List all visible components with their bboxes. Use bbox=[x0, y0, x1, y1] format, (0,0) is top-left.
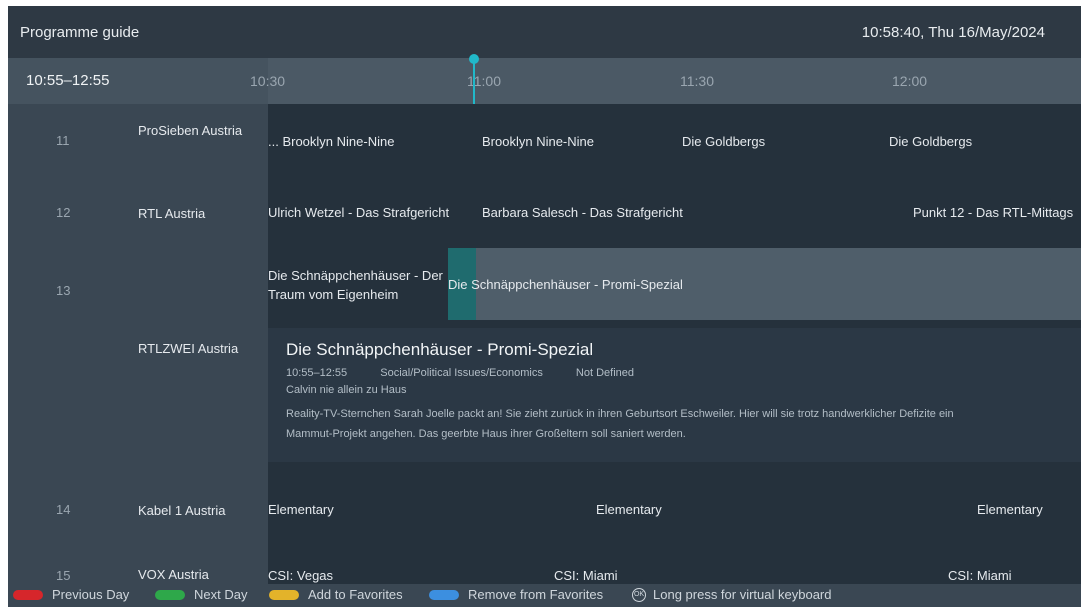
green-key-icon bbox=[155, 589, 185, 600]
channel-number: 13 bbox=[56, 283, 71, 298]
timeline-bar: 10:55–12:55 10:30 11:00 11:30 12:00 bbox=[8, 58, 1081, 104]
detail-rating: Not Defined bbox=[575, 367, 635, 379]
programme-cell[interactable]: CSI: Miami bbox=[554, 566, 618, 584]
channel-name: VOX Austria bbox=[138, 567, 209, 582]
channel-name: RTL Austria bbox=[138, 206, 206, 221]
programme-cell[interactable]: Elementary bbox=[596, 500, 662, 519]
now-indicator-icon bbox=[469, 54, 479, 64]
programme-cell[interactable]: ... Brooklyn Nine-Nine bbox=[268, 132, 394, 151]
previous-day-button[interactable]: Previous Day bbox=[13, 587, 129, 602]
channel-row: 11 ProSieben Austria ... Brooklyn Nine-N… bbox=[8, 104, 1081, 178]
time-tick: 12:00 bbox=[892, 73, 928, 89]
programme-cell[interactable]: Barbara Salesch - Das Strafgericht bbox=[482, 203, 683, 222]
ok-button-icon: OK bbox=[632, 587, 646, 602]
programme-cell[interactable]: Elementary bbox=[268, 500, 334, 519]
red-key-icon bbox=[13, 589, 43, 600]
channel-number: 14 bbox=[56, 502, 71, 517]
programme-cell[interactable]: Die Schnäppchenhäuser - Der Traum vom Ei… bbox=[268, 266, 444, 304]
programme-cell[interactable]: Ulrich Wetzel - Das Strafgericht bbox=[268, 203, 449, 222]
detail-title: Die Schnäppchenhäuser - Promi-Spezial bbox=[286, 340, 594, 359]
previous-day-label: Previous Day bbox=[52, 587, 130, 602]
channel-number: 11 bbox=[56, 133, 70, 148]
channel-name: Kabel 1 Austria bbox=[138, 503, 226, 518]
programme-cell[interactable]: CSI: Vegas bbox=[268, 566, 333, 584]
keyboard-hint: OK Long press for virtual keyboard bbox=[632, 587, 831, 602]
programme-cell[interactable]: Brooklyn Nine-Nine bbox=[482, 132, 594, 151]
programme-cell[interactable]: Die Goldbergs bbox=[889, 132, 972, 151]
channel-number: 15 bbox=[56, 568, 71, 583]
add-favorites-button[interactable]: Add to Favorites bbox=[269, 587, 403, 602]
time-tick: 10:30 bbox=[250, 73, 286, 89]
programme-cell[interactable]: CSI: Miami bbox=[948, 566, 1012, 584]
detail-episode: Calvin nie allein zu Haus bbox=[286, 384, 407, 396]
programme-cell[interactable]: Elementary bbox=[977, 500, 1043, 519]
keyboard-hint-label: Long press for virtual keyboard bbox=[653, 587, 832, 602]
add-favorites-label: Add to Favorites bbox=[308, 587, 403, 602]
detail-description: Reality-TV-Sternchen Sarah Joelle packt … bbox=[286, 408, 954, 440]
remove-favorites-label: Remove from Favorites bbox=[468, 587, 604, 602]
channel-row: 12 RTL Austria Ulrich Wetzel - Das Straf… bbox=[8, 178, 1081, 248]
programme-detail-panel: Die Schnäppchenhäuser - Promi-Spezial 10… bbox=[268, 328, 1081, 462]
clock: 10:58:40, Thu 16/May/2024 bbox=[861, 24, 1045, 41]
programme-cell[interactable]: Punkt 12 - Das RTL-Mittags bbox=[913, 203, 1073, 222]
footer-hints: Previous Day Next Day Add to Favorites R… bbox=[8, 584, 1081, 607]
remove-favorites-button[interactable]: Remove from Favorites bbox=[429, 587, 603, 602]
detail-genre: Social/Political Issues/Economics bbox=[380, 367, 543, 379]
next-day-label: Next Day bbox=[194, 587, 248, 602]
programme-cell-selected[interactable]: Die Schnäppchenhäuser - Promi-Spezial bbox=[448, 275, 683, 294]
next-day-button[interactable]: Next Day bbox=[155, 587, 247, 602]
detail-meta: 10:55–12:55 Social/Political Issues/Econ… bbox=[286, 367, 664, 379]
time-tick: 11:30 bbox=[680, 73, 714, 89]
now-indicator-line bbox=[473, 58, 475, 104]
time-range: 10:55–12:55 bbox=[8, 58, 268, 104]
programme-cell[interactable]: Die Goldbergs bbox=[682, 132, 765, 151]
page-title: Programme guide bbox=[20, 24, 140, 41]
channel-number: 12 bbox=[56, 205, 71, 220]
channel-row: 14 Kabel 1 Austria Elementary Elementary… bbox=[8, 464, 1081, 542]
header-bar: Programme guide 10:58:40, Thu 16/May/202… bbox=[8, 6, 1081, 58]
detail-time: 10:55–12:55 bbox=[286, 367, 348, 379]
channel-row: 15 VOX Austria CSI: Vegas CSI: Miami CSI… bbox=[8, 564, 1081, 584]
programme-guide-screen: Programme guide 10:58:40, Thu 16/May/202… bbox=[8, 6, 1081, 607]
blue-key-icon bbox=[429, 589, 459, 600]
yellow-key-icon bbox=[269, 589, 299, 600]
channel-name: RTLZWEI Austria bbox=[138, 341, 239, 356]
channel-name: ProSieben Austria bbox=[138, 123, 243, 138]
channel-row-selected: 13 RTLZWEI Austria Die Schnäppchenhäuser… bbox=[8, 248, 1081, 356]
